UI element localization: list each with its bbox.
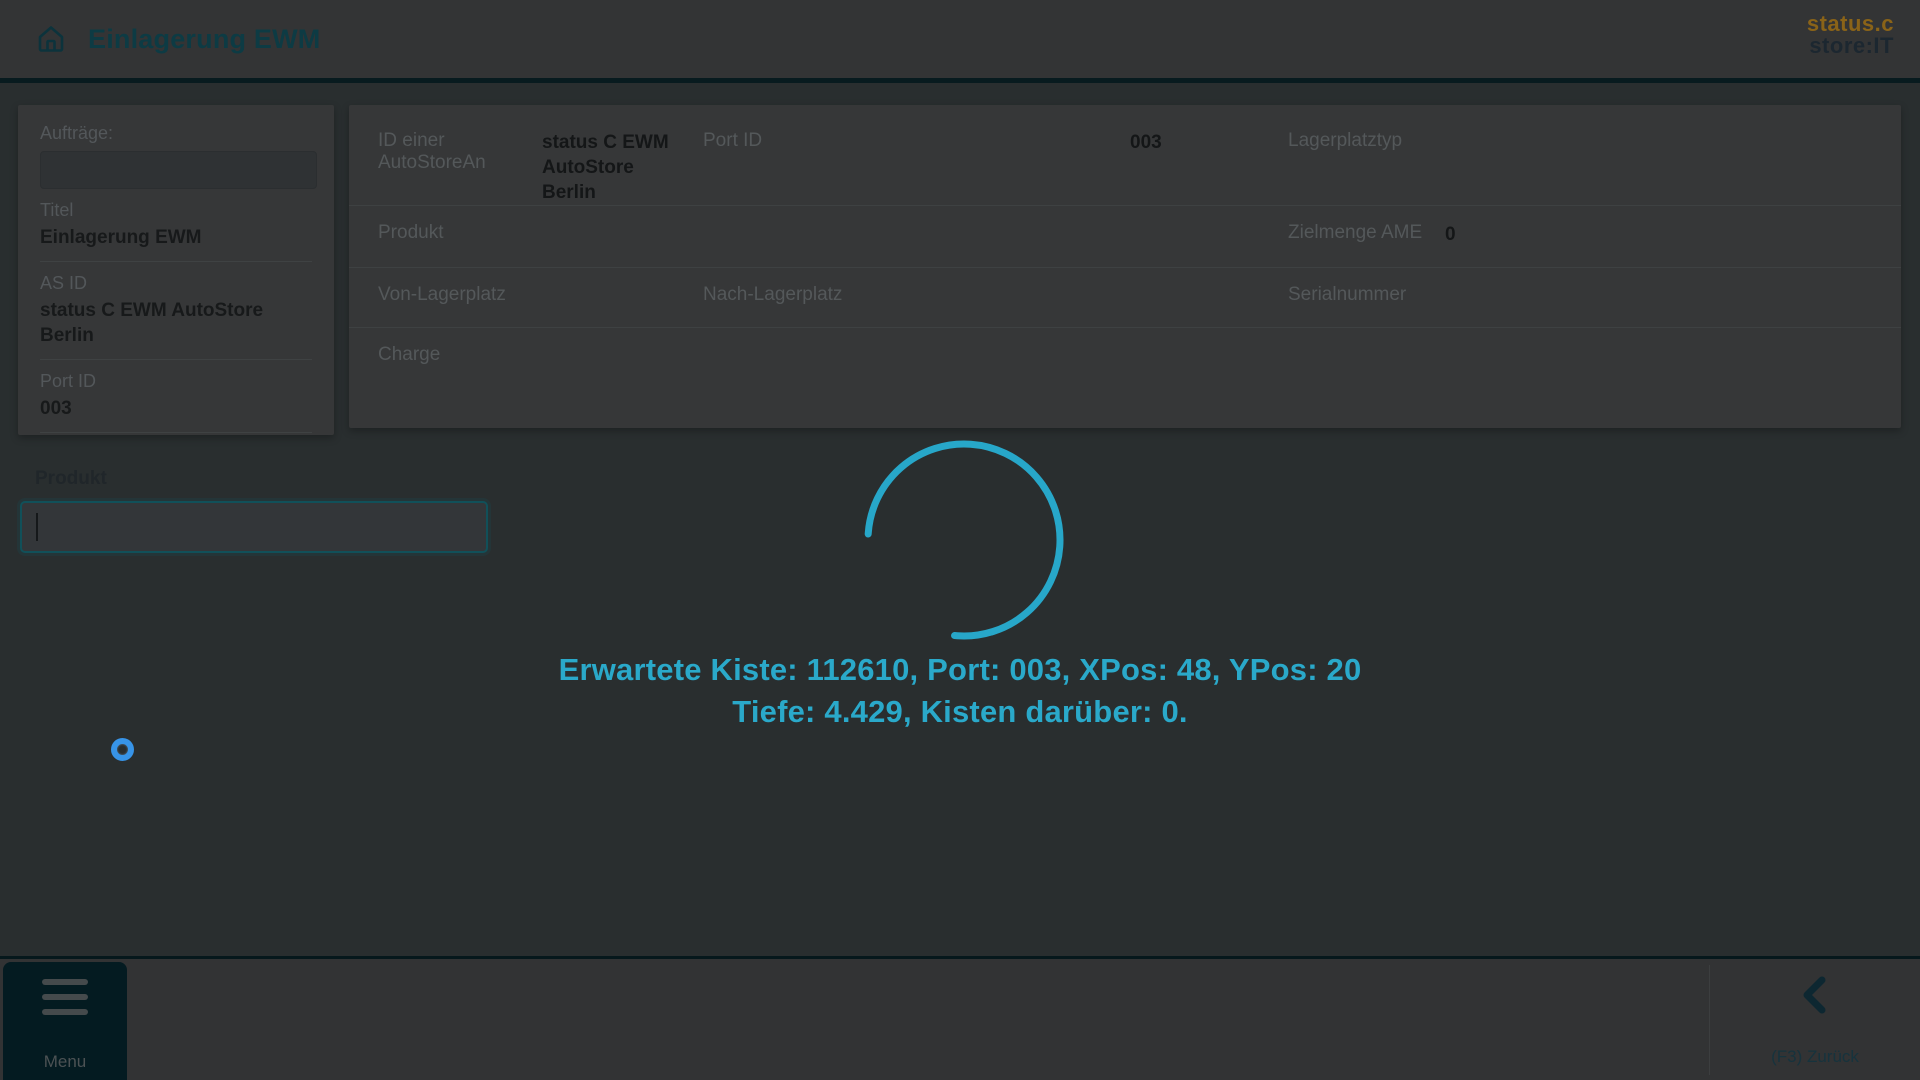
nach-lagerplatz-label: Nach-Lagerplatz — [703, 284, 1130, 327]
lagerplatztyp-value — [1445, 130, 1901, 205]
page-title: Einlagerung EWM — [88, 24, 321, 55]
form-row-3: Von-Lagerplatz Nach-Lagerplatz Serialnum… — [349, 267, 1901, 327]
form-row-4: Charge — [349, 327, 1901, 388]
footer-bar: Menu (F3) Zurück — [0, 956, 1920, 1080]
loading-spinner — [861, 437, 1067, 643]
divider — [40, 261, 312, 262]
autostore-id-value: status C EWM AutoStore Berlin — [542, 130, 703, 205]
autostore-id-label: ID einer AutoStoreAn — [378, 130, 542, 205]
port-id-label: Port ID — [40, 371, 312, 392]
text-caret — [36, 513, 38, 541]
produkt-field-value — [542, 222, 703, 267]
brand-logo: status.c store:IT — [1807, 13, 1894, 57]
brand-logo-top: status.c — [1807, 13, 1894, 35]
titel-label: Titel — [40, 200, 312, 221]
touch-pointer-indicator — [111, 738, 134, 761]
home-icon[interactable] — [36, 24, 66, 54]
chevron-left-icon — [1798, 975, 1832, 1015]
zielmenge-value: 0 — [1445, 222, 1901, 267]
lagerplatztyp-label: Lagerplatztyp — [1288, 130, 1445, 205]
produkt-input-label: Produkt — [35, 468, 107, 490]
serialnummer-label: Serialnummer — [1288, 284, 1445, 327]
back-button-label: (F3) Zurück — [1715, 1047, 1915, 1067]
orders-input[interactable] — [40, 151, 317, 189]
port-id-value: 003 — [1130, 130, 1288, 205]
back-button[interactable]: (F3) Zurück — [1715, 959, 1915, 1080]
hamburger-icon — [42, 979, 88, 1024]
header-bar: Einlagerung EWM status.c store:IT — [0, 0, 1920, 83]
footer-divider — [1709, 965, 1710, 1075]
orders-panel: Aufträge: Titel Einlagerung EWM AS ID st… — [18, 105, 334, 435]
menu-button-label: Menu — [3, 1052, 127, 1072]
divider — [40, 432, 312, 433]
divider — [40, 359, 312, 360]
orders-label: Aufträge: — [40, 123, 312, 144]
task-detail-panel: ID einer AutoStoreAn status C EWM AutoSt… — [349, 105, 1901, 428]
as-id-label: AS ID — [40, 273, 312, 294]
port-id-value: 003 — [40, 396, 312, 421]
von-lagerplatz-label: Von-Lagerplatz — [378, 284, 542, 327]
produkt-field-label: Produkt — [378, 222, 542, 267]
charge-label: Charge — [378, 344, 542, 388]
loading-message-line2: Tiefe: 4.429, Kisten darüber: 0. — [0, 694, 1920, 730]
loading-message-line1: Erwartete Kiste: 112610, Port: 003, XPos… — [0, 652, 1920, 688]
port-id-label: Port ID — [703, 130, 1130, 205]
zielmenge-label: Zielmenge AME — [1288, 222, 1445, 267]
brand-logo-bottom: store:IT — [1807, 35, 1894, 57]
form-row-1: ID einer AutoStoreAn status C EWM AutoSt… — [349, 105, 1901, 205]
titel-value: Einlagerung EWM — [40, 225, 312, 250]
produkt-input-wrap — [20, 501, 488, 553]
menu-button[interactable]: Menu — [3, 962, 127, 1080]
produkt-input[interactable] — [20, 501, 488, 553]
as-id-value: status C EWM AutoStore Berlin — [40, 298, 270, 348]
form-row-2: Produkt Zielmenge AME 0 — [349, 205, 1901, 267]
